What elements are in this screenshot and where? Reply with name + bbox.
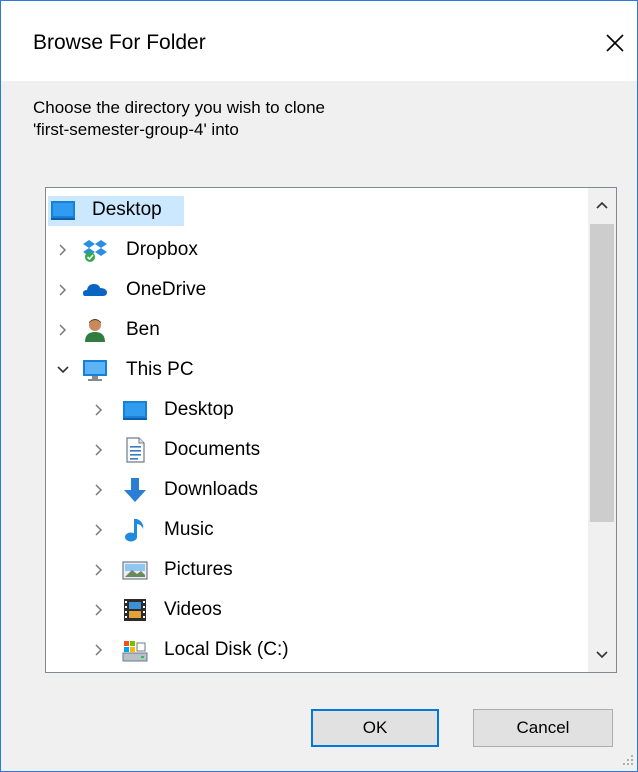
ok-button[interactable]: OK [311, 709, 439, 747]
tree-item-dropbox[interactable]: Dropbox [46, 232, 586, 268]
desktop-icon [51, 201, 75, 220]
vertical-scrollbar[interactable] [588, 188, 616, 672]
browse-for-folder-dialog: Browse For Folder Choose the directory y… [0, 0, 638, 772]
downloads-icon [124, 478, 146, 502]
chevron-right-icon [95, 404, 103, 416]
window-title: Browse For Folder [33, 31, 206, 54]
chevron-right-icon [95, 644, 103, 656]
user-icon [85, 319, 105, 342]
expand-toggle[interactable] [90, 480, 108, 500]
tree-item-label: Pictures [164, 559, 233, 580]
chevron-right-icon [95, 564, 103, 576]
chevron-down-icon [596, 651, 608, 659]
close-button[interactable] [597, 25, 633, 61]
chevron-right-icon [59, 324, 67, 336]
tree-item-downloads[interactable]: Downloads [46, 472, 586, 508]
music-icon [125, 519, 144, 542]
tree-item-label: Documents [164, 439, 261, 460]
expand-toggle[interactable] [90, 440, 108, 460]
tree-item-onedrive[interactable]: OneDrive [46, 272, 586, 308]
videos-icon [124, 599, 146, 621]
tree-item-label: Desktop [164, 399, 234, 420]
tree-item-desktop[interactable]: Desktop [46, 192, 586, 228]
tree-item-this-pc[interactable]: This PC [46, 352, 586, 388]
title-bar[interactable]: Browse For Folder [1, 1, 637, 81]
expand-toggle[interactable] [90, 600, 108, 620]
expand-toggle[interactable] [54, 240, 72, 260]
expand-toggle[interactable] [54, 280, 72, 300]
tree-item-label: Ben [126, 319, 160, 340]
tree-item-label: Dropbox [126, 239, 198, 260]
scroll-up-button[interactable] [588, 188, 616, 222]
expand-toggle[interactable] [90, 640, 108, 660]
chevron-right-icon [95, 484, 103, 496]
tree-item-label: Downloads [164, 479, 258, 500]
tree-item-music[interactable]: Music [46, 512, 586, 548]
tree-item-ben[interactable]: Ben [46, 312, 586, 348]
prompt-line-2: 'first-semester-group-4' into [33, 120, 239, 139]
tree-item-label: OneDrive [126, 279, 207, 300]
desktop-icon [123, 401, 147, 420]
tree-item-pc-desktop[interactable]: Desktop [46, 392, 586, 428]
expand-toggle[interactable] [90, 520, 108, 540]
chevron-down-icon [57, 366, 69, 374]
chevron-right-icon [95, 524, 103, 536]
dropbox-icon [83, 240, 107, 262]
tree-item-label: Desktop [92, 199, 162, 220]
prompt-line-1: Choose the directory you wish to clone [33, 98, 325, 117]
expand-toggle[interactable] [90, 560, 108, 580]
folder-tree[interactable]: Desktop Dropbox OneDrive Ben This PC Des… [45, 187, 617, 673]
tree-item-label: Videos [164, 599, 222, 620]
resize-grip-icon[interactable] [621, 753, 635, 767]
tree-item-local-disk-c[interactable]: Local Disk (C:) [46, 632, 586, 668]
close-icon [606, 34, 624, 52]
chevron-right-icon [95, 444, 103, 456]
tree-item-documents[interactable]: Documents [46, 432, 586, 468]
scrollbar-thumb[interactable] [590, 224, 614, 522]
tree-item-pictures[interactable]: Pictures [46, 552, 586, 588]
tree-item-label: Local Disk (C:) [164, 639, 289, 660]
chevron-right-icon [59, 284, 67, 296]
collapse-toggle[interactable] [54, 360, 72, 380]
local-disk-icon [122, 641, 148, 662]
tree-item-videos[interactable]: Videos [46, 592, 586, 628]
cancel-button[interactable]: Cancel [473, 709, 613, 747]
onedrive-icon [83, 284, 107, 296]
documents-icon [126, 437, 145, 463]
chevron-up-icon [596, 201, 608, 209]
pictures-icon [122, 561, 148, 580]
expand-toggle[interactable] [54, 320, 72, 340]
scroll-down-button[interactable] [588, 638, 616, 672]
tree-item-label: Music [164, 519, 214, 540]
tree-item-label: This PC [126, 359, 194, 380]
chevron-right-icon [59, 244, 67, 256]
expand-toggle[interactable] [90, 400, 108, 420]
computer-icon [83, 360, 107, 381]
chevron-right-icon [95, 604, 103, 616]
prompt-text: Choose the directory you wish to clone '… [33, 97, 553, 141]
